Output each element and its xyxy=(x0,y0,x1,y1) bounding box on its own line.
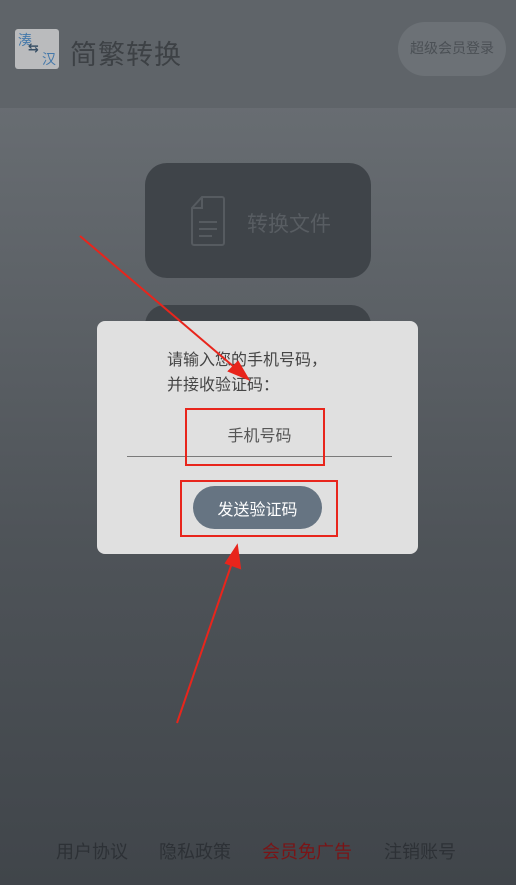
user-agreement-link[interactable]: 用户协议 xyxy=(56,838,128,864)
annotation-arrowhead-2 xyxy=(224,543,242,570)
privacy-policy-link[interactable]: 隐私政策 xyxy=(159,838,231,864)
footer-links: 用户协议 隐私政策 会员免广告 注销账号 xyxy=(0,838,516,868)
annotation-arrow-1 xyxy=(79,235,241,373)
annotation-arrows xyxy=(79,235,251,724)
annotation-arrow-2 xyxy=(176,556,235,724)
vip-no-ads-link[interactable]: 会员免广告 xyxy=(262,838,352,864)
cancel-account-link[interactable]: 注销账号 xyxy=(384,838,456,864)
